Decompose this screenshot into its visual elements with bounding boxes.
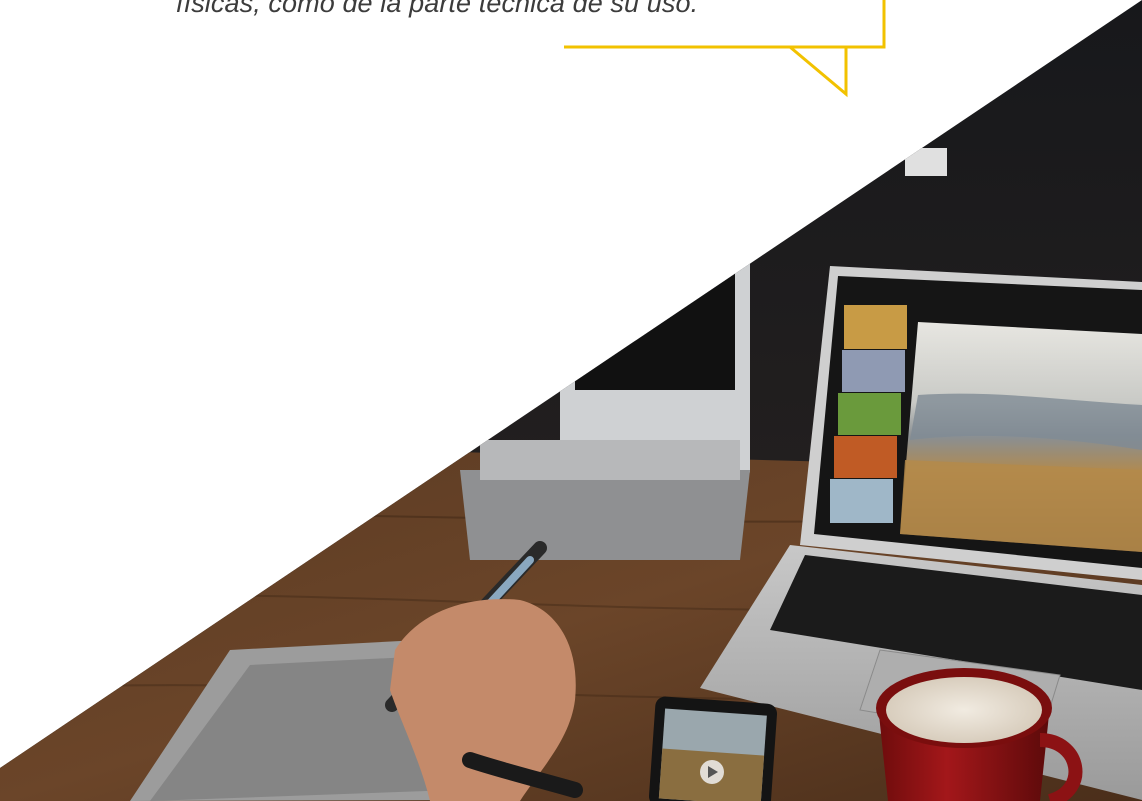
smartphone-icon: [648, 696, 778, 801]
page: físicas, como de la parte técnica de su …: [0, 0, 1142, 801]
workspace-photo: [0, 0, 1142, 801]
